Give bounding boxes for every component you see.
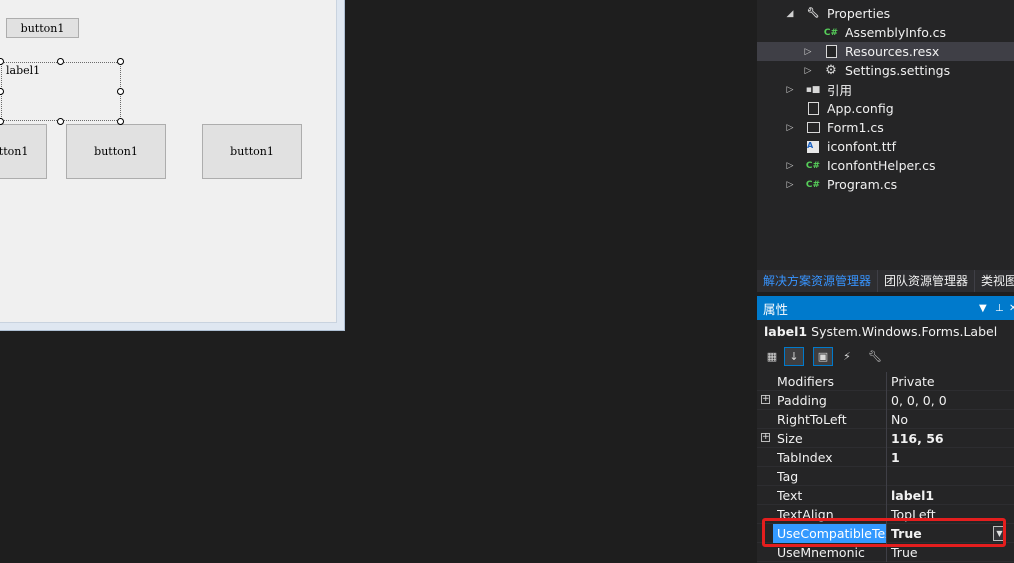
tree-item-label: Resources.resx <box>845 44 940 59</box>
label1-text: label1 <box>6 64 41 77</box>
property-row-text[interactable]: Text label1 <box>757 486 1014 505</box>
tree-item-label: Properties <box>827 6 891 21</box>
property-row-tag[interactable]: Tag <box>757 467 1014 486</box>
tree-item-label: 引用 <box>827 83 853 98</box>
tree-item-references[interactable]: ▷ ▪■ 引用 <box>757 80 1014 99</box>
property-name: TabIndex <box>777 450 833 465</box>
tree-item-assemblyinfo[interactable]: C# AssemblyInfo.cs <box>757 23 1014 42</box>
expanded-arrow-icon[interactable]: ◢ <box>785 9 795 19</box>
property-value[interactable]: 0, 0, 0, 0 <box>891 391 947 410</box>
property-value[interactable]: No <box>891 410 908 429</box>
resize-handle-se[interactable] <box>117 118 124 125</box>
properties-view-icon[interactable]: ▣ <box>813 347 833 366</box>
property-name: RightToLeft <box>777 412 847 427</box>
collapsed-arrow-icon[interactable]: ▷ <box>803 47 813 57</box>
pin-icon[interactable]: ⊥ <box>995 303 1004 314</box>
gear-icon: ⚙ <box>825 63 837 78</box>
column-divider <box>886 410 887 429</box>
csharp-file-icon: C# <box>805 179 821 190</box>
property-name: Modifiers <box>777 374 835 389</box>
button1-middle[interactable]: button1 <box>66 124 166 179</box>
tree-item-properties[interactable]: ◢ 🔧︎ Properties <box>757 4 1014 23</box>
column-divider <box>886 391 887 410</box>
column-divider <box>886 467 887 486</box>
property-row-padding[interactable]: + Padding 0, 0, 0, 0 <box>757 391 1014 410</box>
property-row-size[interactable]: + Size 116, 56 <box>757 429 1014 448</box>
property-value[interactable]: label1 <box>891 486 934 505</box>
property-name: Size <box>777 431 803 446</box>
tree-item-label: Form1.cs <box>827 120 884 135</box>
column-divider <box>886 448 887 467</box>
property-pages-wrench-icon[interactable]: 🔧︎ <box>865 347 885 366</box>
tree-item-label: App.config <box>827 101 894 116</box>
resize-handle-s[interactable] <box>57 118 64 125</box>
window-position-dropdown-icon[interactable]: ▼ <box>979 303 987 314</box>
tree-item-label: Program.cs <box>827 177 898 192</box>
collapsed-arrow-icon[interactable]: ▷ <box>785 85 795 95</box>
close-icon[interactable]: ✕ <box>1009 303 1014 314</box>
object-name: label1 <box>764 324 808 339</box>
form-designer-surface: button1 label1 button1 button1 button1 <box>0 0 345 331</box>
tree-item-settings[interactable]: ▷ ⚙ Settings.settings <box>757 61 1014 80</box>
properties-title: 属性 <box>763 301 789 317</box>
label1-control[interactable]: label1 <box>1 62 121 121</box>
properties-toolbar: ▦ ↓ ▣ ⚡ 🔧︎ <box>757 344 1014 369</box>
object-type: System.Windows.Forms.Label <box>811 324 998 339</box>
font-file-icon: A <box>805 140 821 154</box>
property-name: Text <box>777 488 803 503</box>
tree-item-resources[interactable]: ▷ Resources.resx <box>757 42 1014 61</box>
property-row-righttoleft[interactable]: RightToLeft No <box>757 410 1014 429</box>
column-divider <box>886 429 887 448</box>
tree-item-app-config[interactable]: App.config <box>757 99 1014 118</box>
column-divider <box>886 486 887 505</box>
object-selector[interactable]: label1 System.Windows.Forms.Label <box>757 320 1014 343</box>
red-highlight-annotation <box>762 518 1006 547</box>
button1-right[interactable]: button1 <box>202 124 302 179</box>
expand-plus-icon[interactable]: + <box>761 395 770 404</box>
explorer-tab-bar: 解决方案资源管理器 团队资源管理器 类视图 <box>757 270 1014 292</box>
wrench-icon: 🔧︎ <box>806 8 820 19</box>
categorized-icon[interactable]: ▦ <box>762 347 782 366</box>
resx-file-icon <box>823 45 839 59</box>
tree-item-label: IconfontHelper.cs <box>827 158 936 173</box>
tree-item-label: AssemblyInfo.cs <box>845 25 947 40</box>
solution-explorer-panel: ◢ 🔧︎ Properties C# AssemblyInfo.cs ▷ Res… <box>757 0 1014 270</box>
property-name: Tag <box>777 469 799 484</box>
button1-top[interactable]: button1 <box>6 18 79 38</box>
tree-item-iconfonthelper[interactable]: ▷ C# IconfontHelper.cs <box>757 156 1014 175</box>
collapsed-arrow-icon[interactable]: ▷ <box>803 66 813 76</box>
resize-handle-n[interactable] <box>57 58 64 65</box>
form-icon <box>805 121 821 135</box>
references-icon: ▪■ <box>805 84 821 95</box>
csharp-file-icon: C# <box>805 160 821 171</box>
property-value[interactable]: 1 <box>891 448 900 467</box>
column-divider <box>886 372 887 391</box>
events-lightning-icon[interactable]: ⚡ <box>837 347 857 366</box>
resize-handle-ne[interactable] <box>117 58 124 65</box>
resize-handle-e[interactable] <box>117 88 124 95</box>
config-file-icon <box>805 102 821 116</box>
csharp-file-icon: C# <box>823 27 839 38</box>
property-row-modifiers[interactable]: Modifiers Private <box>757 372 1014 391</box>
tree-item-label: Settings.settings <box>845 63 951 78</box>
tab-solution-explorer[interactable]: 解决方案资源管理器 <box>757 270 879 292</box>
button1-left[interactable]: button1 <box>0 124 47 179</box>
collapsed-arrow-icon[interactable]: ▷ <box>785 180 795 190</box>
expand-plus-icon[interactable]: + <box>761 433 770 442</box>
tree-item-program[interactable]: ▷ C# Program.cs <box>757 175 1014 194</box>
form1-design-window[interactable]: button1 label1 button1 button1 button1 <box>0 0 337 323</box>
tree-item-form1[interactable]: ▷ Form1.cs <box>757 118 1014 137</box>
collapsed-arrow-icon[interactable]: ▷ <box>785 161 795 171</box>
properties-title-bar: 属性 ▼ ⊥ ✕ <box>757 296 1014 320</box>
tab-team-explorer[interactable]: 团队资源管理器 <box>878 270 976 292</box>
property-value[interactable]: Private <box>891 372 935 391</box>
property-value[interactable]: 116, 56 <box>891 429 944 448</box>
tree-item-iconfont[interactable]: A iconfont.ttf <box>757 137 1014 156</box>
alphabetical-icon[interactable]: ↓ <box>784 347 804 366</box>
collapsed-arrow-icon[interactable]: ▷ <box>785 123 795 133</box>
property-row-tabindex[interactable]: TabIndex 1 <box>757 448 1014 467</box>
tree-item-label: iconfont.ttf <box>827 139 896 154</box>
property-name: Padding <box>777 393 827 408</box>
tab-class-view[interactable]: 类视图 <box>975 270 1014 292</box>
